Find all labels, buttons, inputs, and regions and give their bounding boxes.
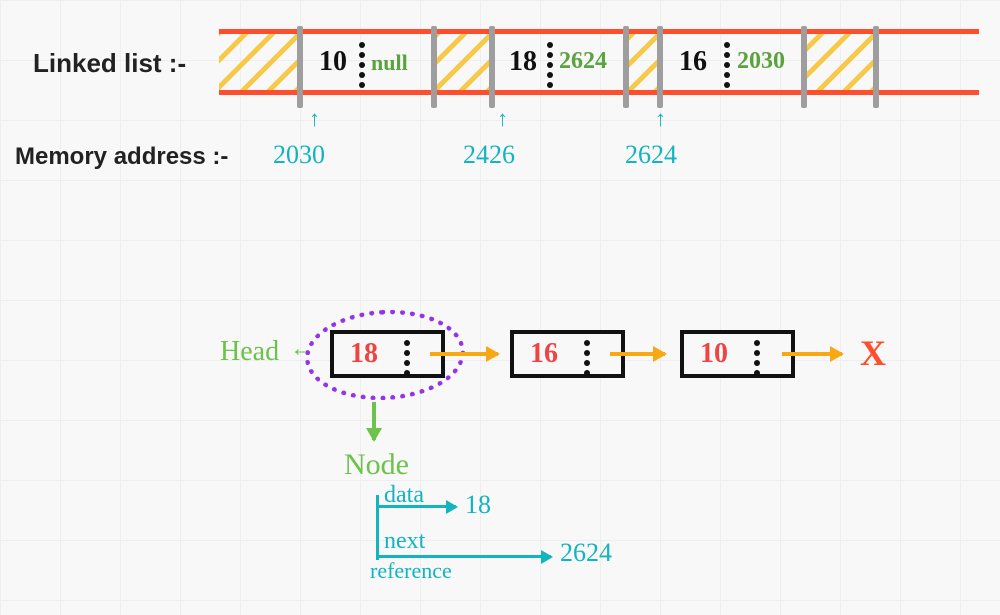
up-arrow-icon: ↑	[309, 106, 320, 132]
cell-value: 10	[319, 46, 347, 78]
memory-address-label: Memory address :-	[15, 143, 228, 171]
up-arrow-icon: ↑	[497, 106, 508, 132]
separator	[873, 26, 879, 108]
divider-dots	[404, 340, 410, 380]
separator	[801, 26, 807, 108]
hatch-area	[807, 34, 873, 90]
hatch-area	[629, 34, 657, 90]
arrow-icon	[782, 352, 842, 356]
linked-list-label: Linked list :-	[33, 48, 186, 79]
divider-dots	[359, 42, 365, 82]
separator	[431, 26, 437, 108]
separator	[489, 26, 495, 108]
list-node: 16	[510, 330, 625, 378]
null-terminator: X	[860, 332, 886, 374]
up-arrow-icon: ↑	[655, 106, 666, 132]
address-value: 2426	[463, 140, 515, 170]
reference-label: reference	[370, 558, 452, 584]
hatch-area	[219, 34, 297, 90]
data-value: 18	[465, 490, 491, 520]
cell-next: 2624	[559, 48, 607, 75]
hatch-area	[437, 34, 489, 90]
node-label: Node	[344, 448, 409, 482]
divider-dots	[724, 42, 730, 82]
cell-value: 16	[679, 46, 707, 78]
divider-dots	[547, 42, 553, 82]
address-value: 2624	[625, 140, 677, 170]
arrow-icon	[610, 352, 665, 356]
node-value: 10	[700, 338, 728, 370]
node-value: 18	[350, 338, 378, 370]
next-value: 2624	[560, 538, 612, 568]
memory-block: 10 null 18 2624 16 2030	[219, 29, 979, 95]
list-node: 10	[680, 330, 795, 378]
address-value: 2030	[273, 140, 325, 170]
cell-next: null	[371, 50, 408, 76]
next-key-label: next	[384, 528, 425, 555]
divider-dots	[584, 340, 590, 380]
divider-dots	[754, 340, 760, 380]
head-label: Head	[220, 336, 279, 368]
separator	[623, 26, 629, 108]
data-key-label: data	[384, 482, 424, 509]
down-arrow-icon	[372, 402, 376, 440]
cell-value: 18	[509, 46, 537, 78]
list-node: 18	[330, 330, 445, 378]
cell-next: 2030	[737, 48, 785, 75]
separator	[297, 26, 303, 108]
arrow-icon	[430, 352, 498, 356]
separator	[657, 26, 663, 108]
node-value: 16	[530, 338, 558, 370]
